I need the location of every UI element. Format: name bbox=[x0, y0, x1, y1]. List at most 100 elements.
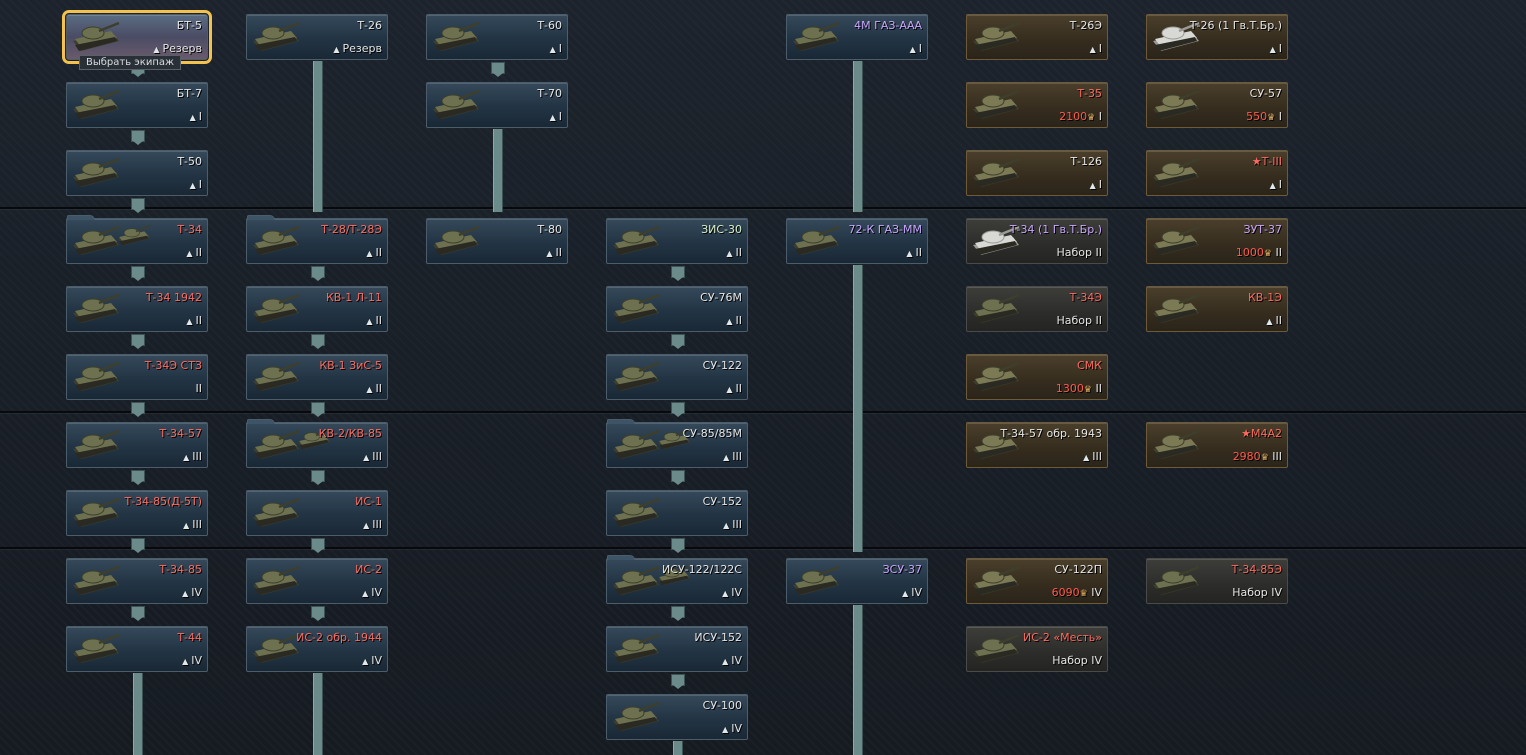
vehicle-card-is2_mest[interactable]: ИС-2 «Месть» Набор IV bbox=[966, 626, 1108, 672]
rank-chevron-icon: ▲ bbox=[186, 249, 193, 258]
vehicle-price: 2980 bbox=[1232, 450, 1261, 463]
vehicle-info: ▲ II bbox=[726, 382, 742, 395]
tank-icon bbox=[73, 157, 120, 187]
vehicle-info: ▲ IV bbox=[362, 654, 382, 667]
vehicle-card-t60[interactable]: Т-60 ▲ I bbox=[426, 14, 568, 60]
vehicle-card-t34_85e[interactable]: Т-34-85Э Набор IV bbox=[1146, 558, 1288, 604]
research-line bbox=[133, 673, 143, 755]
vehicle-card-kv1_zis5[interactable]: КВ-1 ЗиС-5 ▲ II bbox=[246, 354, 388, 400]
research-arrow-icon bbox=[131, 130, 145, 145]
research-arrow-icon bbox=[311, 470, 325, 485]
rank-chevron-icon: ▲ bbox=[1269, 181, 1276, 190]
rank-chevron-icon: ▲ bbox=[1269, 45, 1276, 54]
tank-icon bbox=[1153, 293, 1200, 323]
vehicle-info: II bbox=[196, 382, 203, 395]
vehicle-card-t44[interactable]: Т-44 ▲ IV bbox=[66, 626, 208, 672]
vehicle-name: Т-80 bbox=[537, 223, 562, 236]
vehicle-price: 550 bbox=[1246, 110, 1268, 123]
vehicle-card-is2_44[interactable]: ИС-2 обр. 1944 ▲ IV bbox=[246, 626, 388, 672]
vehicle-card-t34e_stz[interactable]: Т-34Э СТЗ II bbox=[66, 354, 208, 400]
vehicle-card-t3[interactable]: ★Т-III ▲ I bbox=[1146, 150, 1288, 196]
rank-chevron-icon: ▲ bbox=[363, 521, 370, 530]
vehicle-card-t34_85[interactable]: Т-34-85 ▲ IV bbox=[66, 558, 208, 604]
vehicle-info: ▲ IV bbox=[182, 654, 202, 667]
vehicle-info: Набор IV bbox=[1052, 654, 1102, 667]
vehicle-card-is1[interactable]: ИС-1 ▲ III bbox=[246, 490, 388, 536]
vehicle-info: ▲ I bbox=[190, 110, 202, 123]
vehicle-status: Набор IV bbox=[1232, 586, 1282, 599]
vehicle-card-smk[interactable]: СМК 1300♛ II bbox=[966, 354, 1108, 400]
rank-chevron-icon: ▲ bbox=[1089, 181, 1096, 190]
vehicle-card-t34_57[interactable]: Т-34-57 ▲ III bbox=[66, 422, 208, 468]
tank-icon bbox=[793, 21, 840, 51]
vehicle-card-t80[interactable]: Т-80 ▲ II bbox=[426, 218, 568, 264]
vehicle-rank: IV bbox=[371, 654, 382, 667]
vehicle-card-t34_gv[interactable]: Т-34 (1 Гв.Т.Бр.) Набор II bbox=[966, 218, 1108, 264]
tank-icon bbox=[613, 293, 660, 323]
vehicle-card-t26[interactable]: Т-26 ▲ Резерв bbox=[246, 14, 388, 60]
vehicle-card-kv2_kv85[interactable]: КВ-2/КВ-85 ▲ III bbox=[246, 419, 388, 468]
vehicle-card-su57[interactable]: СУ-57 550♛ I bbox=[1146, 82, 1288, 128]
vehicle-card-t34_85d5t[interactable]: Т-34-85(Д-5Т) ▲ III bbox=[66, 490, 208, 536]
vehicle-card-kv1_l11[interactable]: КВ-1 Л-11 ▲ II bbox=[246, 286, 388, 332]
vehicle-card-t70[interactable]: Т-70 ▲ I bbox=[426, 82, 568, 128]
tank-icon bbox=[1153, 429, 1200, 459]
vehicle-info: 6090♛ IV bbox=[1052, 586, 1102, 599]
research-arrow-icon bbox=[311, 266, 325, 281]
vehicle-card-su122[interactable]: СУ-122 ▲ II bbox=[606, 354, 748, 400]
tank-icon bbox=[73, 293, 120, 323]
vehicle-rank: II bbox=[375, 314, 383, 327]
vehicle-card-t26_gv[interactable]: Т-26 (1 Гв.Т.Бр.) ▲ I bbox=[1146, 14, 1288, 60]
vehicle-card-isu122[interactable]: ИСУ-122/122С ▲ IV bbox=[606, 555, 748, 604]
rank-chevron-icon: ▲ bbox=[1083, 453, 1090, 462]
vehicle-card-t126[interactable]: Т-126 ▲ I bbox=[966, 150, 1108, 196]
vehicle-card-is2[interactable]: ИС-2 ▲ IV bbox=[246, 558, 388, 604]
vehicle-card-zis30[interactable]: ЗИС-30 ▲ II bbox=[606, 218, 748, 264]
vehicle-card-t28[interactable]: Т-28/Т-28Э ▲ II bbox=[246, 215, 388, 264]
vehicle-card-su76m[interactable]: СУ-76М ▲ II bbox=[606, 286, 748, 332]
vehicle-price: 2100 bbox=[1059, 110, 1088, 123]
vehicle-card-bt7[interactable]: БТ-7 ▲ I bbox=[66, 82, 208, 128]
vehicle-info: 2980♛ III bbox=[1233, 450, 1282, 463]
vehicle-name: ИС-2 «Месть» bbox=[1022, 631, 1102, 644]
vehicle-card-zut37[interactable]: ЗУТ-37 1000♛ II bbox=[1146, 218, 1288, 264]
tank-icon bbox=[253, 225, 300, 255]
vehicle-card-su85[interactable]: СУ-85/85М ▲ III bbox=[606, 419, 748, 468]
research-line bbox=[313, 673, 323, 755]
vehicle-info: Набор II bbox=[1057, 314, 1103, 327]
vehicle-card-t34[interactable]: Т-34 ▲ II bbox=[66, 215, 208, 264]
vehicle-card-su152[interactable]: СУ-152 ▲ III bbox=[606, 490, 748, 536]
vehicle-name: Т-34 1942 bbox=[145, 291, 202, 304]
vehicle-name: СУ-76М bbox=[700, 291, 742, 304]
tank-icon bbox=[253, 497, 300, 527]
vehicle-info: ▲ II bbox=[726, 314, 742, 327]
rank-chevron-icon: ▲ bbox=[182, 657, 189, 666]
vehicle-rank: III bbox=[372, 518, 382, 531]
vehicle-name: Т-60 bbox=[537, 19, 562, 32]
vehicle-card-t34_57_43[interactable]: Т-34-57 обр. 1943 ▲ III bbox=[966, 422, 1108, 468]
vehicle-card-kv1e[interactable]: КВ-1Э ▲ II bbox=[1146, 286, 1288, 332]
vehicle-card-gaz_aaa[interactable]: 4М ГАЗ-ААА ▲ I bbox=[786, 14, 928, 60]
research-arrow-icon bbox=[131, 538, 145, 553]
vehicle-name: СУ-100 bbox=[702, 699, 742, 712]
vehicle-rank: III bbox=[732, 518, 742, 531]
tank-icon bbox=[613, 361, 660, 391]
vehicle-card-t34_1942[interactable]: Т-34 1942 ▲ II bbox=[66, 286, 208, 332]
vehicle-card-zsu37[interactable]: ЗСУ-37 ▲ IV bbox=[786, 558, 928, 604]
rank-chevron-icon: ▲ bbox=[726, 249, 733, 258]
vehicle-name: ЗИС-30 bbox=[701, 223, 742, 236]
vehicle-card-isu152[interactable]: ИСУ-152 ▲ IV bbox=[606, 626, 748, 672]
vehicle-card-bt5[interactable]: БТ-5 ▲ Резерв bbox=[62, 10, 212, 64]
vehicle-card-t34e[interactable]: Т-34Э Набор II bbox=[966, 286, 1108, 332]
vehicle-card-t35[interactable]: Т-35 2100♛ I bbox=[966, 82, 1108, 128]
vehicle-card-m4a2[interactable]: ★M4A2 2980♛ III bbox=[1146, 422, 1288, 468]
vehicle-card-t50[interactable]: Т-50 ▲ I bbox=[66, 150, 208, 196]
vehicle-card-gaz_mm[interactable]: 72-К ГАЗ-ММ ▲ II bbox=[786, 218, 928, 264]
vehicle-rank: II bbox=[555, 246, 563, 259]
rank-chevron-icon: ▲ bbox=[366, 385, 373, 394]
vehicle-card-t26e[interactable]: Т-26Э ▲ I bbox=[966, 14, 1108, 60]
vehicle-card-su122p[interactable]: СУ-122П 6090♛ IV bbox=[966, 558, 1108, 604]
vehicle-info: ▲ II bbox=[906, 246, 922, 259]
vehicle-card-su100[interactable]: СУ-100 ▲ IV bbox=[606, 694, 748, 740]
vehicle-rank: IV bbox=[911, 586, 922, 599]
